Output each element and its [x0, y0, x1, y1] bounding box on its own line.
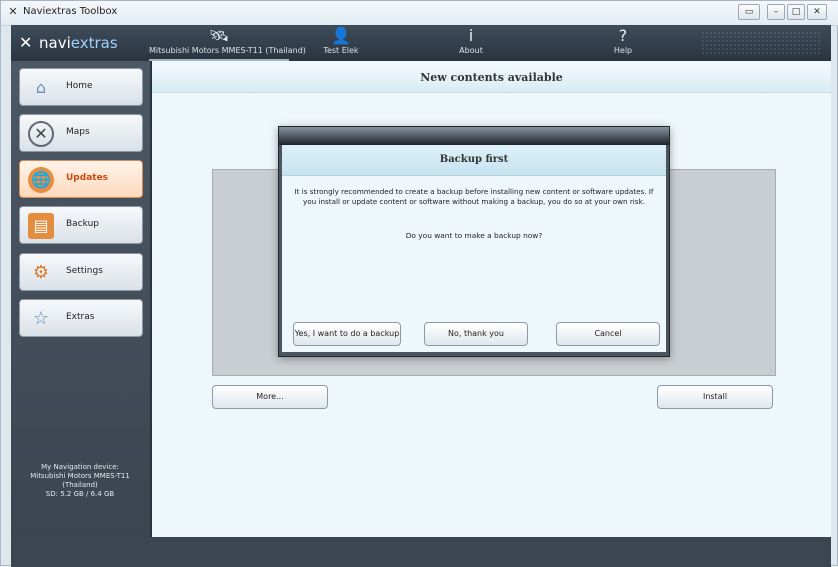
- tab-user[interactable]: 👤 Test Elek: [311, 25, 371, 61]
- yes-backup-button[interactable]: Yes, I want to do a backup: [293, 322, 401, 346]
- dialog-top-bar: [279, 127, 669, 145]
- window-extra-icon[interactable]: ▭: [738, 4, 760, 20]
- question-icon: ?: [618, 26, 628, 45]
- status-bar: [11, 537, 831, 567]
- app-window: ✕ Naviextras Toolbox ▭ – □ ✕ ✕ naviextras…: [0, 0, 838, 567]
- minimize-icon[interactable]: –: [767, 4, 785, 20]
- sidebar-item-maps[interactable]: ✕ Maps: [19, 114, 143, 152]
- home-icon: ⌂: [35, 78, 47, 97]
- naviextras-x-icon: ✕: [8, 5, 18, 18]
- sidebar-item-extras[interactable]: ☆ Extras: [19, 299, 143, 337]
- tab-about-label: About: [459, 46, 483, 55]
- dialog-title: Backup first: [282, 145, 666, 176]
- user-icon: 👤: [331, 26, 351, 45]
- info-icon: i: [468, 26, 474, 45]
- tab-help[interactable]: ? Help: [593, 25, 653, 61]
- sidebar-item-backup[interactable]: ▤ Backup: [19, 206, 143, 244]
- more-button[interactable]: More...: [212, 385, 328, 409]
- sidebar-item-label: Home: [66, 81, 93, 91]
- sidebar-item-label: Settings: [66, 266, 103, 276]
- device-info-line: (Thailand): [62, 481, 98, 489]
- sidebar: ⌂ Home ✕ Maps 🌐 Updates ▤ Backup ⚙ Setti…: [11, 61, 152, 537]
- dialog-message: It is strongly recommended to create a b…: [294, 187, 654, 206]
- top-navigation-bar: ✕ naviextras 🛰 Mitsubishi Motors MMES-T11…: [11, 25, 831, 61]
- no-thank-you-button[interactable]: No, thank you: [424, 322, 528, 346]
- maximize-icon[interactable]: □: [787, 4, 805, 20]
- install-button[interactable]: Install: [657, 385, 773, 409]
- naviextras-logo: ✕ naviextras: [19, 33, 118, 53]
- tab-about[interactable]: i About: [441, 25, 501, 61]
- sidebar-item-label: Updates: [66, 173, 109, 183]
- cancel-button[interactable]: Cancel: [556, 322, 660, 346]
- sidebar-item-label: Extras: [66, 312, 95, 322]
- title-bar: ✕ Naviextras Toolbox ▭ – □ ✕: [1, 1, 838, 26]
- satellite-icon: 🛰: [208, 26, 230, 45]
- star-icon: ☆: [32, 308, 50, 329]
- sidebar-item-label: Maps: [66, 127, 90, 137]
- device-info: My Navigation device: Mitsubishi Motors …: [15, 463, 145, 499]
- sidebar-item-settings[interactable]: ⚙ Settings: [19, 253, 143, 291]
- sidebar-item-updates[interactable]: 🌐 Updates: [19, 160, 143, 198]
- sidebar-item-home[interactable]: ⌂ Home: [19, 68, 143, 106]
- dialog-body: Backup first It is strongly recommended …: [282, 145, 666, 352]
- backup-icon: ▤: [28, 213, 54, 239]
- tab-device[interactable]: 🛰 Mitsubishi Motors MMES-T11 (Thailand): [149, 25, 306, 61]
- tab-help-label: Help: [613, 46, 633, 55]
- dialog-question: Do you want to make a backup now?: [405, 231, 543, 240]
- maps-icon: ✕: [28, 121, 54, 147]
- logo-x-icon: ✕: [19, 33, 33, 52]
- page-title: New contents available: [152, 64, 831, 93]
- logo-word-navi: navi: [39, 34, 71, 52]
- backup-dialog: Backup first It is strongly recommended …: [278, 126, 670, 357]
- window-title: Naviextras Toolbox: [23, 6, 118, 17]
- tab-user-label: Test Elek: [323, 46, 359, 55]
- tab-device-label: Mitsubishi Motors MMES-T11 (Thailand): [149, 46, 306, 55]
- device-info-line: Mitsubishi Motors MMES-T11: [30, 472, 130, 480]
- close-icon[interactable]: ✕: [807, 4, 827, 20]
- device-info-line: My Navigation device:: [41, 463, 119, 471]
- settings-icon: ⚙: [32, 262, 50, 283]
- sidebar-item-label: Backup: [66, 219, 99, 229]
- device-info-line: SD: 5.2 GB / 6.4 GB: [45, 490, 115, 498]
- updates-icon: 🌐: [28, 167, 54, 193]
- logo-word-extras: extras: [70, 34, 118, 52]
- decorative-dot-pattern: [701, 31, 821, 55]
